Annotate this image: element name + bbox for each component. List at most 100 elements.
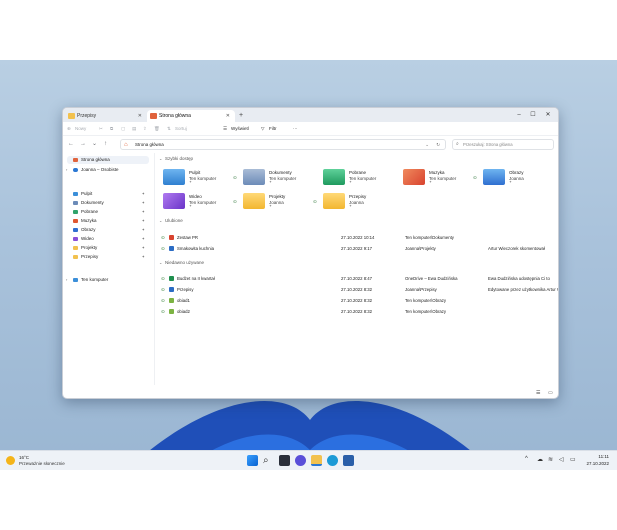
section-title: Ulubione [165,218,183,223]
onedrive-icon[interactable]: ☁ [537,456,543,463]
pin-icon[interactable]: ✦ [142,217,145,225]
sidebar-item-onedrive[interactable]: › Joanna – Osobiste [63,166,151,174]
rename-icon[interactable]: ▤ [132,122,136,136]
filter-button[interactable]: Filtr [269,122,277,136]
pin-icon[interactable]: ✦ [142,208,145,216]
address-bar[interactable]: ⌂ Strona główna ⌄ ↻ [120,139,446,150]
sidebar-item-dokumenty[interactable]: Dokumenty ✦ [63,199,151,207]
address-path: Strona główna [135,142,164,147]
pin-icon[interactable]: ✦ [142,253,145,261]
up-icon[interactable]: ↑ [104,137,107,152]
weather-widget[interactable]: 16°C Przeważnie słonecznie [6,453,86,469]
search-icon[interactable]: ⌕ [263,455,274,466]
tile-pulpit[interactable]: Pulpit Ten komputer ✦ [161,167,241,187]
table-row[interactable]: ⊙ Smakowita kuchnia 27.10.2022 9:17 Joan… [159,244,557,253]
tile-projekty[interactable]: ⊙ Projekty Joanna ✦ [233,191,321,211]
more-button[interactable]: ··· [293,122,298,136]
tab-label: Strona główna [159,113,191,119]
new-icon[interactable]: ⊕ [67,122,71,136]
tile-pobrane[interactable]: Pobrane Ten komputer ✦ [321,167,401,187]
sort-button[interactable]: Sortuj [175,122,187,136]
download-icon [73,210,78,214]
tile-przepisy[interactable]: ⊙ Przepisy Joanna ✦ [313,191,401,211]
chat-icon[interactable] [295,455,306,466]
forward-icon[interactable]: → [80,137,86,152]
details-view-icon[interactable]: ☰ [536,390,540,396]
music-icon [73,219,78,223]
new-tab-button[interactable]: + [239,110,243,122]
table-row[interactable]: ⊙ obiad2 27.10.2022 8:32 Ten komputer\Ob… [159,307,557,316]
share-icon[interactable]: ⇪ [143,122,147,136]
table-row[interactable]: ⊙ Przepisy 27.10.2022 8:32 Joanna\Przepi… [159,285,558,294]
paste-icon[interactable]: ▢ [121,122,125,136]
address-dropdown-icon[interactable]: ⌄ [425,140,429,149]
sidebar-item-projekty[interactable]: Projekty ✦ [63,244,151,252]
table-row[interactable]: ⊙ obiad1 27.10.2022 8:32 Ten komputer\Ob… [159,296,557,305]
tiles-view-icon[interactable]: ▭ [548,390,553,396]
store-icon[interactable] [343,455,354,466]
section-quick-access[interactable]: ⌄ Szybki dostęp [159,155,193,163]
desktop-icon [73,192,78,196]
battery-icon[interactable]: ▭ [570,456,576,463]
tab-strona-glowna[interactable]: Strona główna ✕ [147,110,235,122]
pin-icon[interactable]: ✦ [142,244,145,252]
section-recent[interactable]: ⌄ Niedawno używane [159,259,204,267]
chevron-right-icon[interactable]: › [66,166,67,174]
pin-icon[interactable]: ✦ [142,190,145,198]
sort-icon[interactable]: ⇅ [167,122,171,136]
chevron-up-icon[interactable]: ^ [525,456,528,462]
start-icon[interactable] [247,455,258,466]
file-name: Zestaw PR [177,235,199,240]
tab-przepisy[interactable]: Przepisy ✕ [65,110,147,122]
sidebar-item-pulpit[interactable]: Pulpit ✦ [63,190,151,198]
sun-icon [6,456,15,465]
pin-icon[interactable]: ✦ [142,226,145,234]
chevron-down-icon[interactable]: ⌄ [92,137,97,152]
sidebar-item-wideo[interactable]: Wideo ✦ [63,235,151,243]
close-tab-icon[interactable]: ✕ [226,110,230,122]
close-tab-icon[interactable]: ✕ [138,110,142,122]
sidebar-item-pobrane[interactable]: Pobrane ✦ [63,208,151,216]
back-icon[interactable]: ← [68,137,74,152]
file-location: Ten komputer\Obrazy [405,309,447,314]
system-clock[interactable]: 11:11 27.10.2022 [586,453,609,467]
copy-icon[interactable]: ⧉ [110,122,113,136]
new-button[interactable]: Nowy [75,122,86,136]
view-button[interactable]: Wyświetl [231,122,249,136]
delete-icon[interactable]: 🗑 [154,122,160,136]
volume-icon[interactable]: ◁ [559,456,564,463]
table-row[interactable]: ⊙ Budżet na II kwartał 27.10.2022 8:47 O… [159,274,557,283]
tile-location: Ten komputer [269,175,297,181]
tile-wideo[interactable]: Wideo Ten komputer ✦ [161,191,241,211]
pin-icon[interactable]: ✦ [142,199,145,207]
view-icon[interactable]: ☰ [223,122,227,136]
table-row[interactable]: ⊙ Zestaw PR 27.10.2022 10:14 Ten kompute… [159,233,557,242]
minimize-button[interactable]: – [512,109,526,121]
sidebar-item-this-pc[interactable]: › Ten komputer [63,276,151,284]
file-date: 27.10.2022 9:17 [341,246,373,251]
tile-obrazy[interactable]: ⊙ Obrazy Joanna ✦ [473,167,558,187]
filter-icon[interactable]: ▽ [261,122,264,136]
section-favorites[interactable]: ⌄ Ulubione [159,217,183,225]
tile-muzyka[interactable]: Muzyka Ten komputer ✦ [401,167,481,187]
search-input[interactable]: ⌕ Przeszukaj: Strona główna [452,139,554,150]
image-file-icon [169,309,174,314]
pin-icon: ✦ [349,204,352,208]
sidebar-item-muzyka[interactable]: Muzyka ✦ [63,217,151,225]
sidebar-item-home[interactable]: Strona główna [67,156,149,164]
pin-icon[interactable]: ✦ [142,235,145,243]
wifi-icon[interactable]: ≋ [548,456,553,463]
edge-icon[interactable] [327,455,338,466]
chevron-right-icon[interactable]: › [66,276,67,284]
tile-dokumenty[interactable]: ⊙ Dokumenty Ten komputer ✦ [233,167,321,187]
task-view-icon[interactable] [279,455,290,466]
refresh-icon[interactable]: ↻ [436,140,440,149]
sidebar-item-obrazy[interactable]: Obrazy ✦ [63,226,151,234]
cut-icon[interactable]: ✂ [99,122,103,136]
sidebar-item-przepisy[interactable]: Przepisy ✦ [63,253,151,261]
image-file-icon [169,298,174,303]
maximize-button[interactable]: ☐ [526,109,540,121]
file-date: 27.10.2022 8:32 [341,298,373,303]
file-explorer-icon[interactable] [311,455,322,466]
close-button[interactable]: ✕ [541,109,555,121]
